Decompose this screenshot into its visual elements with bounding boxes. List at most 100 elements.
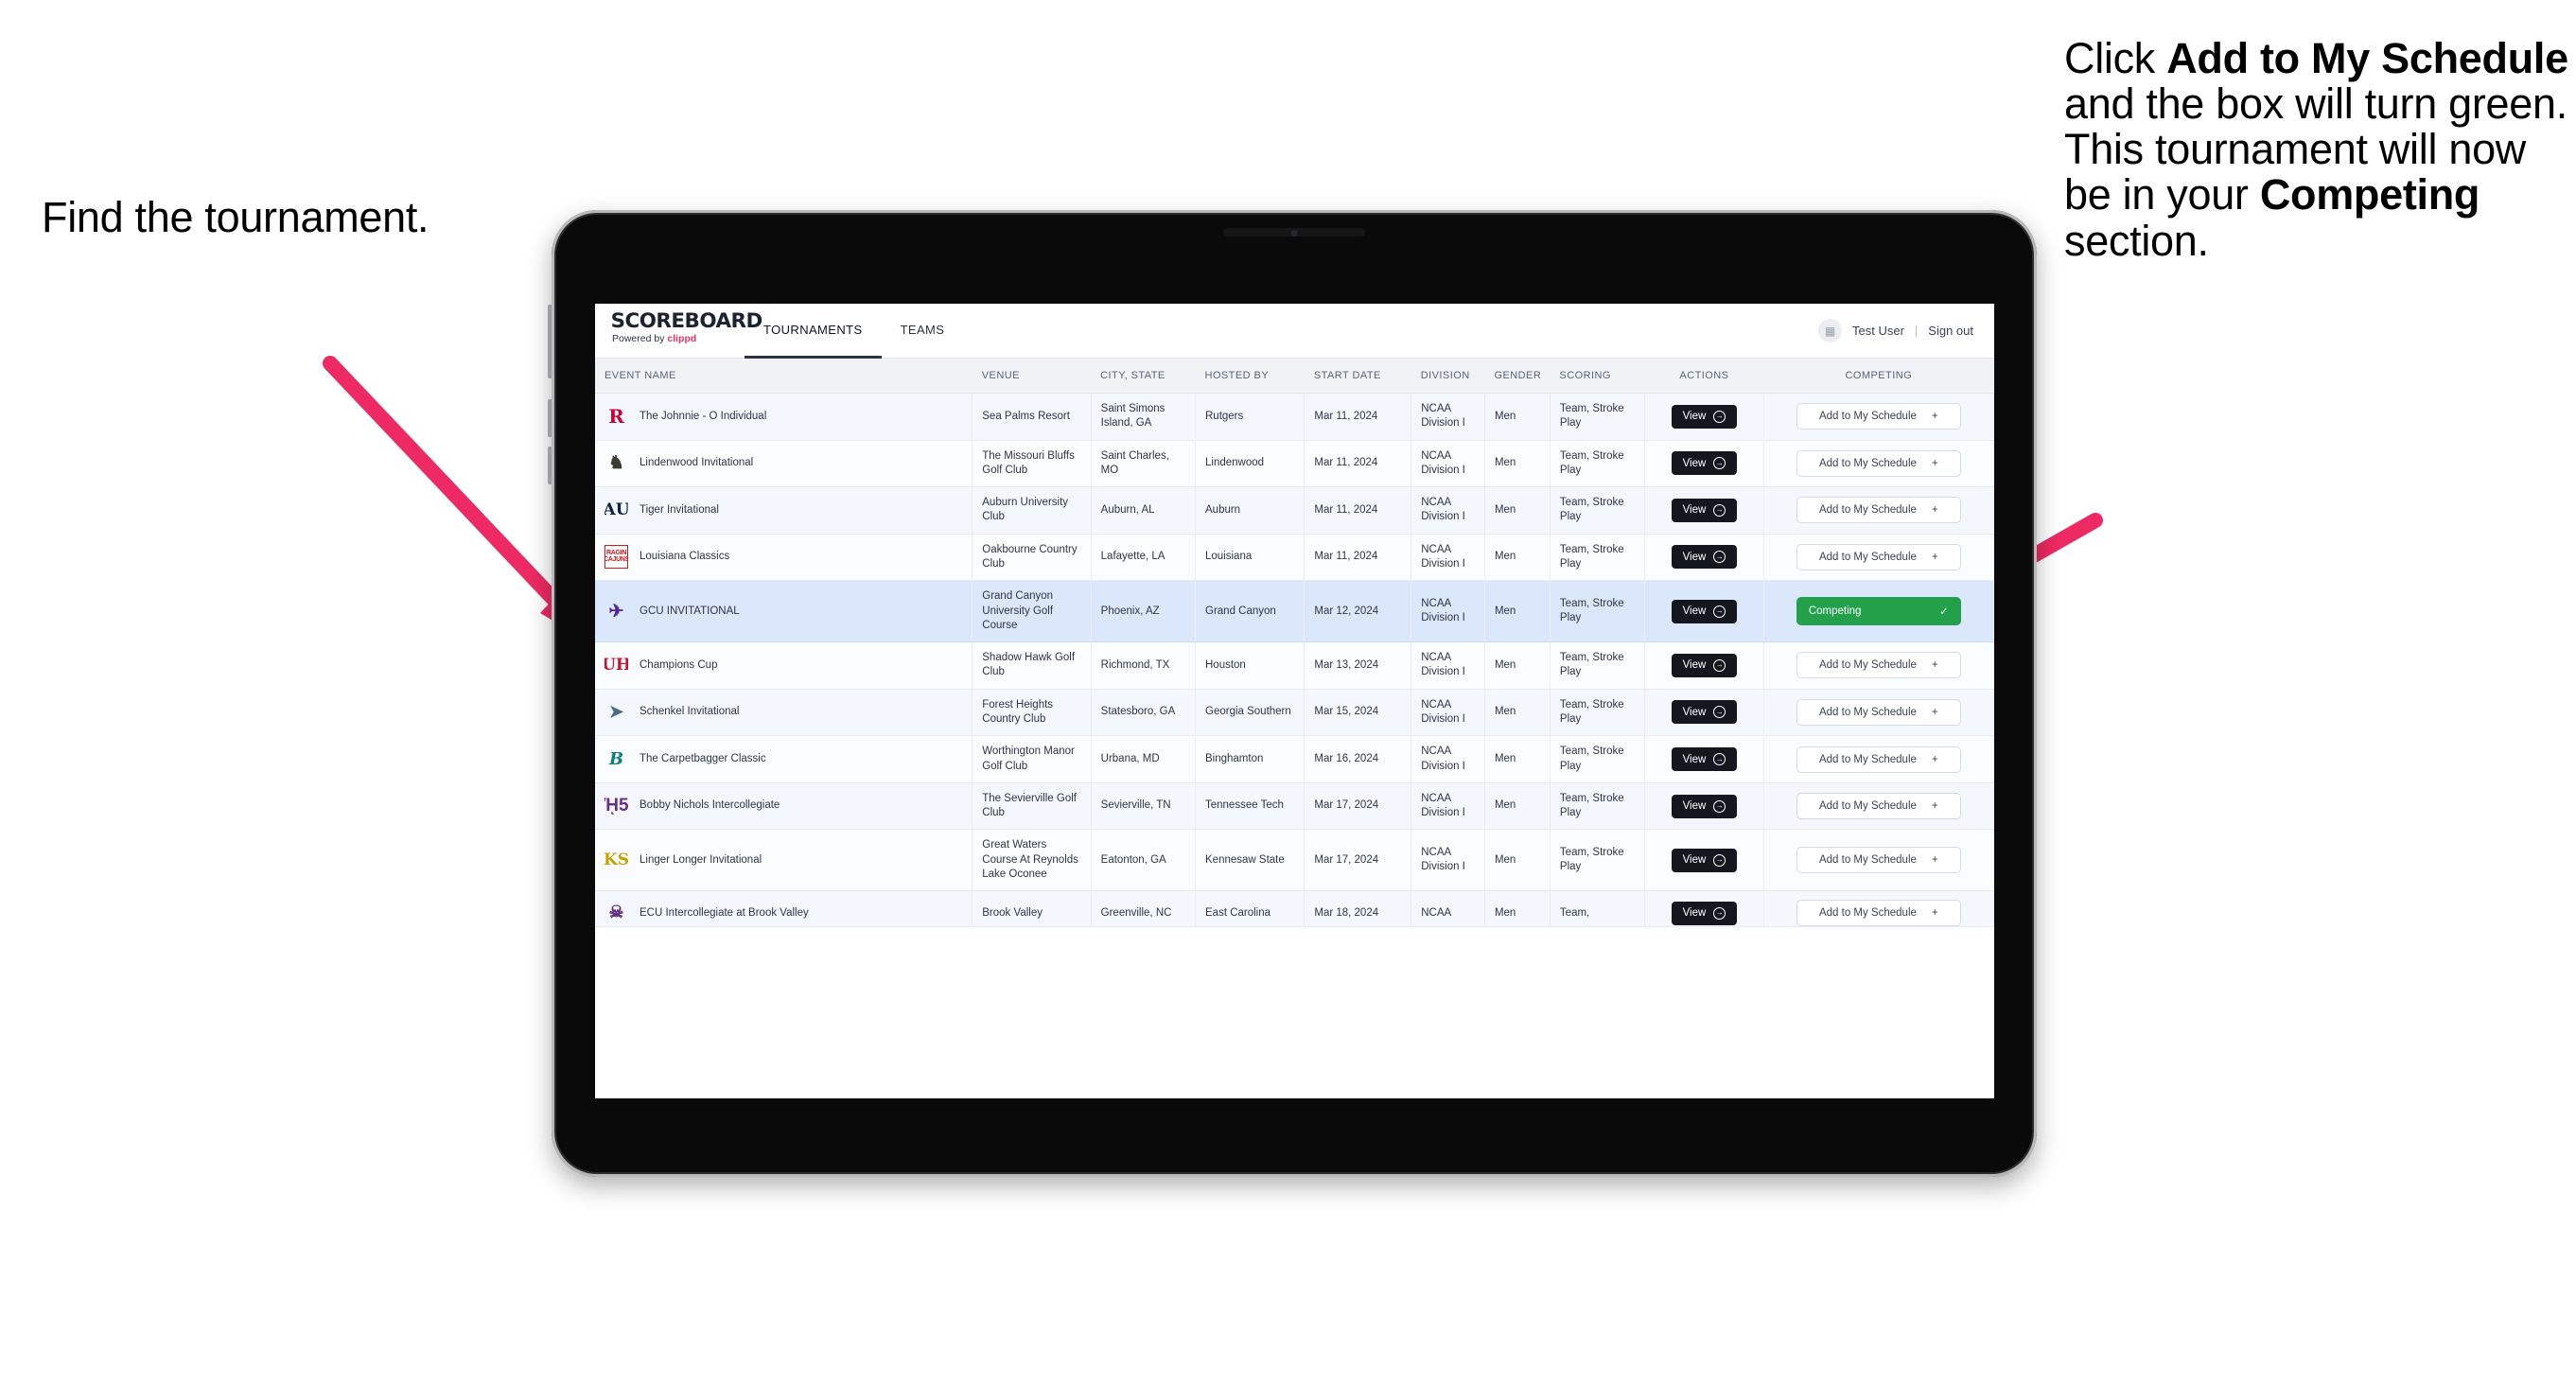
- east-carolina-pirates-logo: ☠: [608, 903, 624, 922]
- view-button[interactable]: View →: [1671, 451, 1738, 476]
- column-header-hosted-by[interactable]: HOSTED BY: [1195, 359, 1305, 394]
- table-row[interactable]: ➤ Schenkel Invitational Forest Heights Cou…: [595, 689, 1994, 737]
- tab-teams[interactable]: TEAMS: [882, 304, 964, 359]
- view-button[interactable]: View →: [1671, 498, 1738, 522]
- add-to-my-schedule-button[interactable]: Add to My Schedule +: [1796, 793, 1961, 820]
- cell-venue: Auburn University Club: [972, 486, 1092, 535]
- column-header-venue[interactable]: VENUE: [972, 359, 1092, 394]
- table-row[interactable]: AU Tiger Invitational Auburn University Cl…: [595, 486, 1994, 535]
- table-row[interactable]: ♞ Lindenwood Invitational The Missouri Blu…: [595, 440, 1994, 488]
- add-to-my-schedule-label: Add to My Schedule: [1818, 411, 1917, 423]
- arrow-right-circle-icon: →: [1713, 605, 1726, 618]
- volume-down-button[interactable]: [548, 447, 554, 484]
- table-row[interactable]: R The Johnnie - O Individual Sea Palms Res…: [595, 393, 1994, 441]
- view-button[interactable]: View →: [1671, 747, 1738, 771]
- power-button[interactable]: [548, 305, 554, 378]
- cell-gender: Men: [1484, 689, 1551, 737]
- view-button[interactable]: View →: [1671, 653, 1738, 677]
- arrow-right-circle-icon: →: [1713, 706, 1726, 719]
- cell-city-state: Greenville, NC: [1091, 890, 1197, 928]
- add-to-my-schedule-button[interactable]: Add to My Schedule +: [1796, 403, 1961, 430]
- column-header-start-date[interactable]: START DATE: [1304, 359, 1411, 394]
- add-to-my-schedule-button[interactable]: Add to My Schedule +: [1796, 652, 1961, 679]
- arrow-right-circle-icon: →: [1713, 503, 1726, 517]
- add-to-my-schedule-button[interactable]: Add to My Schedule +: [1796, 698, 1961, 726]
- plus-icon: +: [1931, 551, 1938, 563]
- user-name[interactable]: Test User: [1852, 324, 1904, 338]
- add-to-my-schedule-button[interactable]: Add to My Schedule +: [1796, 543, 1961, 570]
- cell-start-date: Mar 11, 2024: [1304, 440, 1412, 488]
- view-button[interactable]: View →: [1671, 599, 1738, 623]
- view-button-label: View: [1682, 907, 1707, 920]
- user-avatar-icon[interactable]: ▦: [1818, 319, 1842, 342]
- column-header-event-name[interactable]: EVENT NAME: [595, 359, 973, 394]
- cell-hosted-by: Auburn: [1195, 486, 1306, 535]
- louisiana-ragin-cajuns-logo: RAGIN CAJUNS: [605, 545, 628, 570]
- cell-gender: Men: [1484, 735, 1551, 783]
- cell-hosted-by: East Carolina: [1195, 890, 1306, 928]
- cell-city-state: Phoenix, AZ: [1091, 580, 1197, 643]
- cell-scoring: Team, Stroke Play: [1550, 782, 1646, 831]
- plus-icon: +: [1931, 753, 1938, 765]
- table-row[interactable]: B The Carpetbagger Classic Worthington Man…: [595, 735, 1994, 783]
- cell-event-name: ➤ Schenkel Invitational: [595, 689, 973, 737]
- brand-logo[interactable]: SCOREBOARD Powered by clippd: [595, 304, 763, 358]
- view-button[interactable]: View →: [1671, 700, 1738, 725]
- cell-event-name: AU Tiger Invitational: [595, 486, 973, 535]
- column-header-city-state[interactable]: CITY, STATE: [1091, 359, 1196, 394]
- cell-venue: Great Waters Course At Reynolds Lake Oco…: [972, 829, 1092, 892]
- cell-division: NCAA Division I: [1411, 782, 1485, 831]
- view-button[interactable]: View →: [1671, 848, 1738, 872]
- view-button-label: View: [1682, 551, 1707, 563]
- cell-hosted-by: Louisiana: [1195, 534, 1306, 582]
- tab-tournaments-label: TOURNAMENTS: [763, 323, 863, 337]
- table-row[interactable]: KS Linger Longer Invitational Great Waters…: [595, 829, 1994, 892]
- cell-actions: View →: [1644, 689, 1764, 737]
- tab-tournaments[interactable]: TOURNAMENTS: [745, 304, 882, 359]
- add-to-my-schedule-button[interactable]: Add to My Schedule +: [1796, 847, 1961, 874]
- cell-division: NCAA Division I: [1411, 534, 1485, 582]
- column-header-gender[interactable]: GENDER: [1484, 359, 1551, 394]
- cell-event-name: R The Johnnie - O Individual: [595, 393, 973, 441]
- view-button[interactable]: View →: [1671, 901, 1738, 925]
- competing-button[interactable]: Competing ✓: [1796, 597, 1961, 626]
- add-to-my-schedule-label: Add to My Schedule: [1818, 800, 1917, 813]
- sign-out-link[interactable]: Sign out: [1928, 324, 1973, 338]
- column-header-scoring[interactable]: SCORING: [1550, 359, 1645, 394]
- add-to-my-schedule-button[interactable]: Add to My Schedule +: [1796, 900, 1961, 926]
- volume-up-button[interactable]: [548, 399, 554, 437]
- cell-scoring: Team,: [1550, 890, 1646, 928]
- cell-actions: View →: [1644, 735, 1764, 783]
- view-button[interactable]: View →: [1671, 794, 1738, 818]
- annotation-segment-3: Competing: [2259, 170, 2480, 219]
- add-to-my-schedule-button[interactable]: Add to My Schedule +: [1796, 449, 1961, 477]
- cell-city-state: Statesboro, GA: [1091, 689, 1197, 737]
- event-name-label: The Carpetbagger Classic: [640, 752, 766, 764]
- plus-icon: +: [1931, 457, 1938, 469]
- add-to-my-schedule-label: Add to My Schedule: [1818, 551, 1917, 563]
- add-to-my-schedule-button[interactable]: Add to My Schedule +: [1796, 746, 1961, 773]
- view-button-label: View: [1682, 706, 1707, 718]
- cell-start-date: Mar 11, 2024: [1304, 393, 1412, 441]
- table-row[interactable]: RAGIN CAJUNS Louisiana Classics Oakbourne …: [595, 534, 1994, 582]
- table-row[interactable]: ✈ GCU INVITATIONAL Grand Canyon University…: [595, 580, 1994, 643]
- view-button[interactable]: View →: [1671, 404, 1738, 429]
- column-header-actions[interactable]: ACTIONS: [1644, 359, 1764, 394]
- column-header-division[interactable]: DIVISION: [1411, 359, 1485, 394]
- tab-teams-label: TEAMS: [900, 323, 945, 337]
- add-to-my-schedule-button[interactable]: Add to My Schedule +: [1796, 497, 1961, 524]
- cell-scoring: Team, Stroke Play: [1550, 393, 1646, 441]
- annotation-find-tournament: Find the tournament.: [42, 193, 429, 241]
- view-button[interactable]: View →: [1671, 545, 1738, 570]
- page-root: Find the tournament. Click Add to My Sch…: [0, 0, 2576, 1386]
- table-row[interactable]: ☠ ECU Intercollegiate at Brook Valley Broo…: [595, 890, 1994, 928]
- cell-venue: Worthington Manor Golf Club: [972, 735, 1092, 783]
- tennessee-tech-golden-eagles-logo: ᾘ5: [605, 796, 628, 816]
- tablet-screen: SCOREBOARD Powered by clippd TOURNAMENTS…: [595, 304, 1994, 1098]
- cell-gender: Men: [1484, 890, 1551, 928]
- cell-division: NCAA Division I: [1411, 580, 1485, 643]
- table-row[interactable]: ᾘ5 Bobby Nichols Intercollegiate The Sevie…: [595, 782, 1994, 831]
- column-header-competing[interactable]: COMPETING: [1763, 359, 1994, 394]
- cell-venue: Forest Heights Country Club: [972, 689, 1092, 737]
- table-row[interactable]: UH Champions Cup Shadow Hawk Golf Club Rich…: [595, 641, 1994, 690]
